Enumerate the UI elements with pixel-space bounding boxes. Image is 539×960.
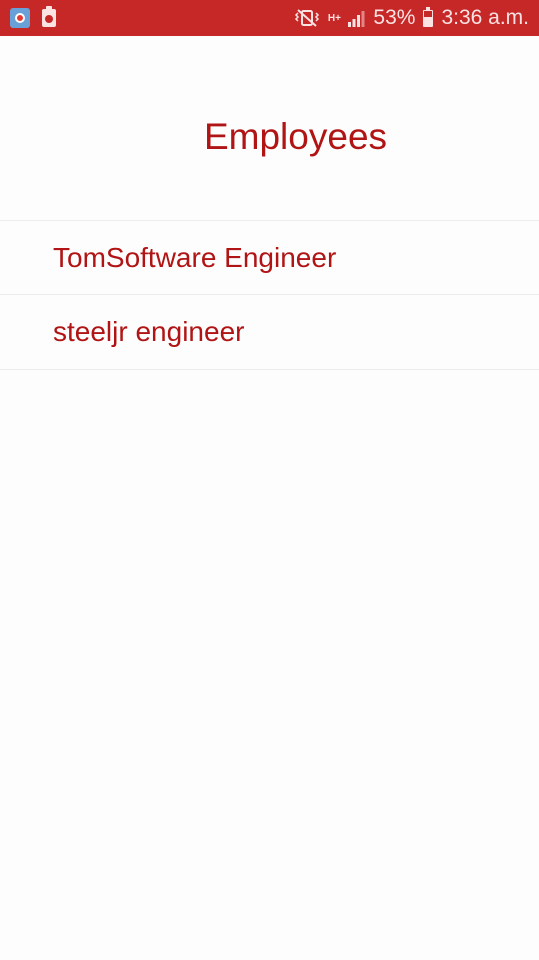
- employee-name: Tom: [53, 241, 106, 273]
- status-time: 3:36 a.m.: [441, 6, 529, 29]
- employee-role: Software Engineer: [105, 241, 337, 273]
- page-title: Employees: [203, 116, 388, 157]
- signal-icon: [347, 9, 365, 27]
- employee-list: Tom Software Engineer steeljr engineer: [0, 220, 539, 370]
- employee-name: steeljr: [53, 316, 128, 347]
- battery-percent: 53%: [373, 6, 416, 29]
- battery-icon: [423, 6, 434, 27]
- employee-role: engineer: [127, 316, 245, 347]
- status-bar: H+ 53% 3:36 a.m.: [0, 0, 539, 36]
- app-notification-icon: [10, 8, 30, 28]
- vibrate-mute-icon: [293, 8, 321, 28]
- status-bar-left: [10, 6, 56, 28]
- list-item[interactable]: steeljr engineer: [0, 294, 539, 370]
- status-bar-right: H+ 53% 3:36 a.m.: [293, 6, 529, 30]
- list-item[interactable]: Tom Software Engineer: [0, 220, 539, 294]
- hplus-network-icon: H+: [327, 12, 341, 24]
- clipboard-icon: [42, 6, 56, 27]
